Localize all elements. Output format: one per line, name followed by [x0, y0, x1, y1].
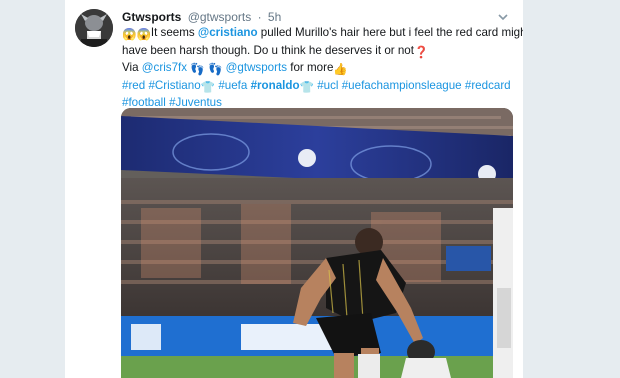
tweet-text: 😱😱It seems @cristiano pulled Murillo's h…	[122, 25, 523, 111]
footprints-emoji-icon: 👣	[207, 63, 223, 77]
tweet-text-segment: pulled Murillo's hair here but i feel th…	[257, 26, 524, 39]
tweet-line-1: 😱😱It seems @cristiano pulled Murillo's h…	[122, 25, 523, 43]
avatar-image	[75, 9, 113, 47]
football-match-photo	[121, 108, 513, 378]
tweet-line-4: #red #Cristiano👕 #uefa #ronaldo👕 #ucl #u…	[122, 78, 512, 96]
hashtag-link[interactable]: #redcard	[465, 79, 511, 92]
tweet-header: Gtwsports @gtwsports · 5h	[122, 9, 509, 25]
hashtag-link[interactable]: #red	[122, 79, 145, 92]
hashtag-link[interactable]: #Cristiano	[148, 79, 200, 92]
tweet-line-2: have been harsh though. Do u think he de…	[122, 43, 512, 61]
mention-link[interactable]: @cris7fx	[142, 61, 187, 74]
shirt-emoji-icon: 👕	[200, 80, 216, 94]
tweet-text-segment: Via	[122, 61, 142, 75]
tweet-card[interactable]: Gtwsports @gtwsports · 5h 😱😱It seems @cr…	[64, 0, 524, 378]
tweet-line-3: Via @cris7fx 👣 👣 @gtwsports for more👍	[122, 60, 512, 78]
thumbs-up-emoji-icon: 👍	[333, 63, 348, 77]
separator-dot: ·	[257, 10, 262, 24]
tweet-text-segment: have been harsh though. Do u think he de…	[122, 43, 414, 57]
user-handle[interactable]: @gtwsports	[188, 10, 252, 24]
chevron-down-icon[interactable]	[497, 11, 509, 23]
hashtag-link[interactable]: #ucl	[317, 79, 338, 92]
display-name[interactable]: Gtwsports	[122, 10, 181, 24]
tweet-text-segment: It seems	[150, 26, 198, 39]
timestamp[interactable]: 5h	[268, 10, 281, 24]
footprints-emoji-icon: 👣	[190, 63, 205, 77]
avatar[interactable]	[75, 9, 113, 47]
shirt-emoji-icon: 👕	[299, 80, 314, 94]
scream-emoji-icon: 😱	[122, 28, 137, 41]
hashtag-link[interactable]: #uefa	[218, 79, 247, 92]
mention-link[interactable]: @gtwsports	[226, 61, 287, 74]
question-mark-emoji-icon: ❓	[413, 45, 429, 59]
hashtag-link[interactable]: #ronaldo	[251, 79, 300, 92]
hashtag-link[interactable]: #uefachampionsleague	[342, 79, 462, 92]
mention-link[interactable]: @cristiano	[198, 26, 258, 39]
tweet-text-segment: for more	[287, 61, 334, 75]
scream-emoji-icon: 😱	[136, 28, 151, 41]
tweet-media-image[interactable]	[121, 108, 513, 378]
